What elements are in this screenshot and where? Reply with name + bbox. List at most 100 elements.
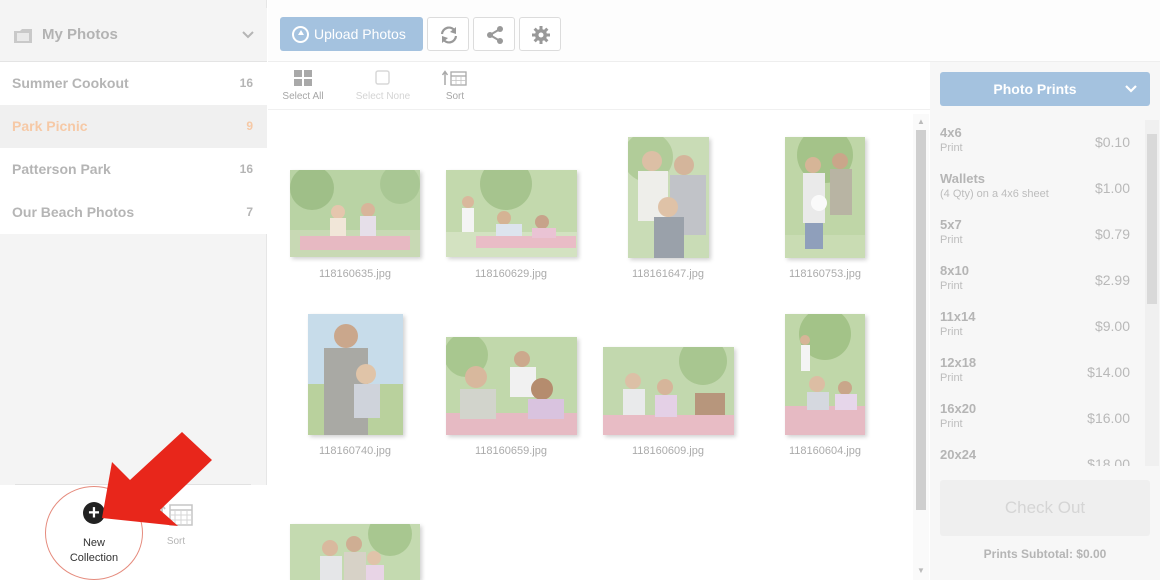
print-price: $14.00 [1087, 364, 1130, 380]
checkbox-icon [375, 70, 390, 85]
sort-calendar-icon [441, 70, 467, 86]
photo-thumbnail[interactable] [628, 137, 709, 258]
photo-image [446, 337, 577, 435]
photo-thumbnail[interactable] [603, 347, 734, 435]
collection-name: Summer Cookout [12, 75, 129, 91]
photo-thumbnail[interactable] [290, 170, 420, 257]
scroll-up-icon[interactable]: ▲ [917, 117, 925, 126]
photo-grid-scrollbar[interactable]: ▲ ▼ [913, 114, 929, 580]
collection-name: Our Beach Photos [12, 204, 135, 220]
share-button[interactable] [473, 17, 515, 51]
photo-thumbnail[interactable] [785, 314, 865, 435]
photo-thumbnail[interactable] [785, 137, 865, 258]
print-size-item[interactable]: 5x7 Print $0.79 [940, 210, 1130, 256]
my-photos-title: My Photos [42, 26, 118, 43]
print-price: $0.10 [1094, 134, 1130, 150]
photo-image [290, 524, 420, 580]
refresh-icon [440, 26, 458, 44]
print-type: Print [940, 372, 963, 384]
print-price: $0.79 [1094, 226, 1130, 242]
new-collection-label: New Collection [69, 537, 119, 564]
print-size: 20x24 [940, 447, 977, 462]
select-none-label: Select None [355, 91, 411, 102]
print-size: 11x14 [940, 309, 976, 324]
select-all-label: Select All [282, 91, 324, 102]
print-type: Print [940, 142, 963, 154]
share-icon [487, 26, 503, 44]
print-type: Print [940, 234, 963, 246]
upload-photos-label: Upload Photos [314, 26, 406, 42]
scroll-down-icon[interactable]: ▼ [917, 566, 925, 575]
prints-subtotal: Prints Subtotal: $0.00 [983, 547, 1107, 561]
photo-filename: 118160753.jpg [789, 268, 861, 280]
product-type-label: Photo Prints [993, 81, 1077, 97]
print-size: 16x20 [940, 401, 977, 416]
print-size-item[interactable]: 12x18 Print $14.00 [940, 348, 1130, 394]
collection-item-our-beach-photos[interactable]: Our Beach Photos 7 [0, 191, 267, 234]
sort-label: Sort [166, 536, 186, 547]
sort-photos-button[interactable]: Sort [440, 70, 470, 102]
check-out-button[interactable]: Check Out [940, 480, 1150, 536]
collection-count: 16 [239, 76, 253, 90]
print-size: Wallets [940, 171, 986, 186]
grid-icon [294, 70, 312, 86]
photo-filename: 118160629.jpg [475, 268, 547, 280]
chevron-down-icon [1125, 85, 1137, 93]
print-type: Print [940, 280, 963, 292]
photo-image [446, 170, 577, 257]
photo-image [308, 314, 403, 435]
refresh-button[interactable] [427, 17, 469, 51]
my-photos-header[interactable]: My Photos [0, 8, 267, 62]
print-type: Print [940, 418, 963, 430]
photo-thumbnail[interactable] [446, 170, 577, 257]
print-size: 5x7 [940, 217, 962, 232]
print-size-item[interactable]: 16x20 Print $16.00 [940, 394, 1130, 440]
photo-filename: 118160604.jpg [789, 445, 861, 457]
select-all-button[interactable]: Select All [280, 70, 326, 102]
collection-item-patterson-park[interactable]: Patterson Park 16 [0, 148, 267, 191]
print-list-scrollbar[interactable] [1145, 120, 1159, 466]
photo-filename: 118160635.jpg [319, 268, 391, 280]
photo-thumbnail[interactable] [446, 337, 577, 435]
print-price: $1.00 [1094, 180, 1130, 196]
photo-image [785, 314, 865, 435]
photo-filename: 118160659.jpg [475, 445, 547, 457]
collection-item-park-picnic[interactable]: Park Picnic 9 [0, 105, 267, 148]
photo-thumbnail[interactable] [308, 314, 403, 435]
print-size-item[interactable]: Wallets (4 Qty) on a 4x6 sheet $1.00 [940, 164, 1130, 210]
collection-count: 7 [246, 205, 253, 219]
print-size: 12x18 [940, 355, 977, 370]
photo-image [785, 137, 865, 258]
print-type: (4 Qty) on a 4x6 sheet [940, 188, 1049, 200]
scrollbar-thumb[interactable] [916, 130, 926, 510]
select-none-button[interactable]: Select None [353, 70, 413, 102]
gear-icon [532, 26, 550, 44]
print-size-item[interactable]: 20x24 $18.00 [940, 440, 1130, 466]
print-size-item[interactable]: 11x14 Print $9.00 [940, 302, 1130, 348]
photo-image [290, 170, 420, 257]
collection-name: Patterson Park [12, 161, 111, 177]
settings-button[interactable] [519, 17, 561, 51]
product-type-dropdown[interactable]: Photo Prints [940, 72, 1150, 106]
print-size-item[interactable]: 4x6 Print $0.10 [940, 118, 1130, 164]
scrollbar-thumb[interactable] [1147, 134, 1157, 304]
print-size-item[interactable]: 8x10 Print $2.99 [940, 256, 1130, 302]
photo-filename: 118160740.jpg [319, 445, 391, 457]
collection-item-summer-cookout[interactable]: Summer Cookout 16 [0, 62, 267, 105]
photo-folder-icon [14, 29, 32, 43]
print-size-list: 4x6 Print $0.10 Wallets (4 Qty) on a 4x6… [930, 118, 1160, 466]
photo-filename: 118160609.jpg [632, 445, 704, 457]
collection-count: 9 [246, 119, 253, 133]
callout-arrow-icon [102, 432, 212, 526]
print-price: $9.00 [1094, 318, 1130, 334]
photo-filename: 118161647.jpg [632, 268, 704, 280]
print-price: $16.00 [1087, 410, 1130, 426]
upload-photos-button[interactable]: Upload Photos [280, 17, 423, 51]
photo-image [603, 347, 734, 435]
photo-thumbnail[interactable] [290, 524, 420, 580]
collection-count: 16 [239, 162, 253, 176]
print-price: $18.00 [1087, 456, 1130, 466]
sort-label: Sort [445, 91, 465, 102]
print-size: 8x10 [940, 263, 969, 278]
chevron-down-icon[interactable] [241, 28, 255, 42]
